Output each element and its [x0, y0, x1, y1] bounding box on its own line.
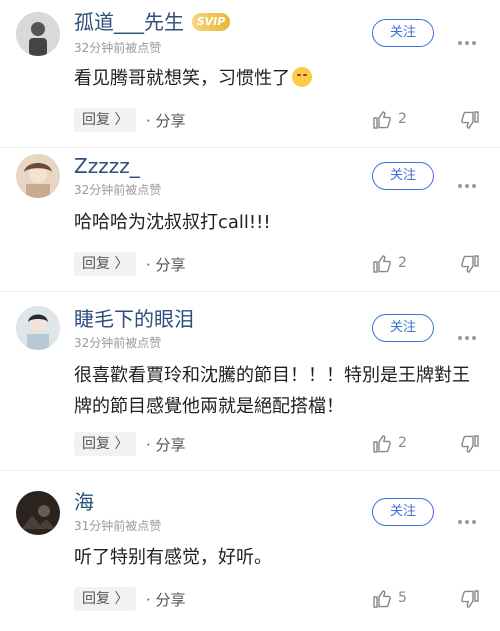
- dislike-button[interactable]: [460, 589, 482, 611]
- thumbs-down-icon: [461, 111, 479, 129]
- reply-button[interactable]: 回复 〉: [74, 252, 137, 276]
- smirk-emoji-icon: [292, 67, 312, 87]
- follow-button[interactable]: 关注: [372, 162, 434, 190]
- more-dots-icon[interactable]: [458, 325, 480, 340]
- like-count: 2: [398, 435, 407, 451]
- vip-badge: SVIP: [192, 13, 230, 31]
- comment-text: 看见腾哥就想笑，习惯性了: [74, 64, 484, 94]
- thumbs-down-icon: [461, 255, 479, 273]
- timestamp: 32分钟前被点赞: [74, 41, 162, 55]
- reply-button[interactable]: 回复 〉: [74, 432, 137, 456]
- avatar[interactable]: [16, 154, 60, 198]
- comment-item: 孤道___先生 SVIP 32分钟前被点赞 关注 看见腾哥就想笑，习惯性了 回复…: [0, 0, 500, 148]
- thumbs-up-icon: [373, 255, 391, 273]
- thumbs-down-icon: [461, 590, 479, 608]
- more-dots-icon[interactable]: [458, 30, 480, 45]
- avatar[interactable]: [16, 12, 60, 56]
- comment-text: 很喜歡看賈玲和沈騰的節目！！！特別是王牌對王牌的節目感覺他兩就是絕配搭檔！: [74, 365, 470, 417]
- username[interactable]: 海: [74, 490, 94, 514]
- like-count: 2: [398, 111, 407, 127]
- share-button[interactable]: · 分享: [146, 589, 186, 610]
- like-count: 5: [398, 590, 407, 606]
- follow-button[interactable]: 关注: [372, 498, 434, 526]
- avatar[interactable]: [16, 491, 60, 535]
- share-button[interactable]: · 分享: [146, 254, 186, 275]
- dislike-button[interactable]: [460, 254, 482, 276]
- more-dots-icon[interactable]: [458, 509, 480, 524]
- username[interactable]: 孤道___先生: [74, 10, 184, 34]
- timestamp: 31分钟前被点赞: [74, 519, 162, 533]
- avatar[interactable]: [16, 306, 60, 350]
- username[interactable]: 睫毛下的眼泪: [74, 307, 194, 331]
- comment-item: Zzzzz_ 32分钟前被点赞 关注 哈哈哈为沈叔叔打call!!! 回复 〉 …: [0, 148, 500, 291]
- thumbs-up-icon: [373, 435, 391, 453]
- timestamp: 32分钟前被点赞: [74, 336, 162, 350]
- thumbs-up-icon: [373, 590, 391, 608]
- username[interactable]: Zzzzz_: [74, 154, 140, 178]
- dislike-button[interactable]: [460, 110, 482, 132]
- follow-button[interactable]: 关注: [372, 19, 434, 47]
- thumbs-down-icon: [461, 435, 479, 453]
- dislike-button[interactable]: [460, 434, 482, 456]
- reply-button[interactable]: 回复 〉: [74, 108, 137, 132]
- follow-button[interactable]: 关注: [372, 314, 434, 342]
- timestamp: 32分钟前被点赞: [74, 183, 162, 197]
- comment-text: 听了特别有感觉，好听。: [74, 547, 272, 568]
- share-button[interactable]: · 分享: [146, 110, 186, 131]
- thumbs-up-icon: [373, 111, 391, 129]
- comment-item: 海 31分钟前被点赞 关注 听了特别有感觉，好听。 回复 〉 · 分享 5: [0, 471, 500, 631]
- comment-text-body: 看见腾哥就想笑，习惯性了: [74, 68, 290, 89]
- share-button[interactable]: · 分享: [146, 434, 186, 455]
- comment-text: 哈哈哈为沈叔叔打call!!!: [74, 212, 271, 233]
- more-dots-icon[interactable]: [458, 173, 480, 188]
- like-count: 2: [398, 255, 407, 271]
- reply-button[interactable]: 回复 〉: [74, 587, 137, 611]
- comment-item: 睫毛下的眼泪 32分钟前被点赞 关注 很喜歡看賈玲和沈騰的節目！！！特別是王牌對…: [0, 292, 500, 470]
